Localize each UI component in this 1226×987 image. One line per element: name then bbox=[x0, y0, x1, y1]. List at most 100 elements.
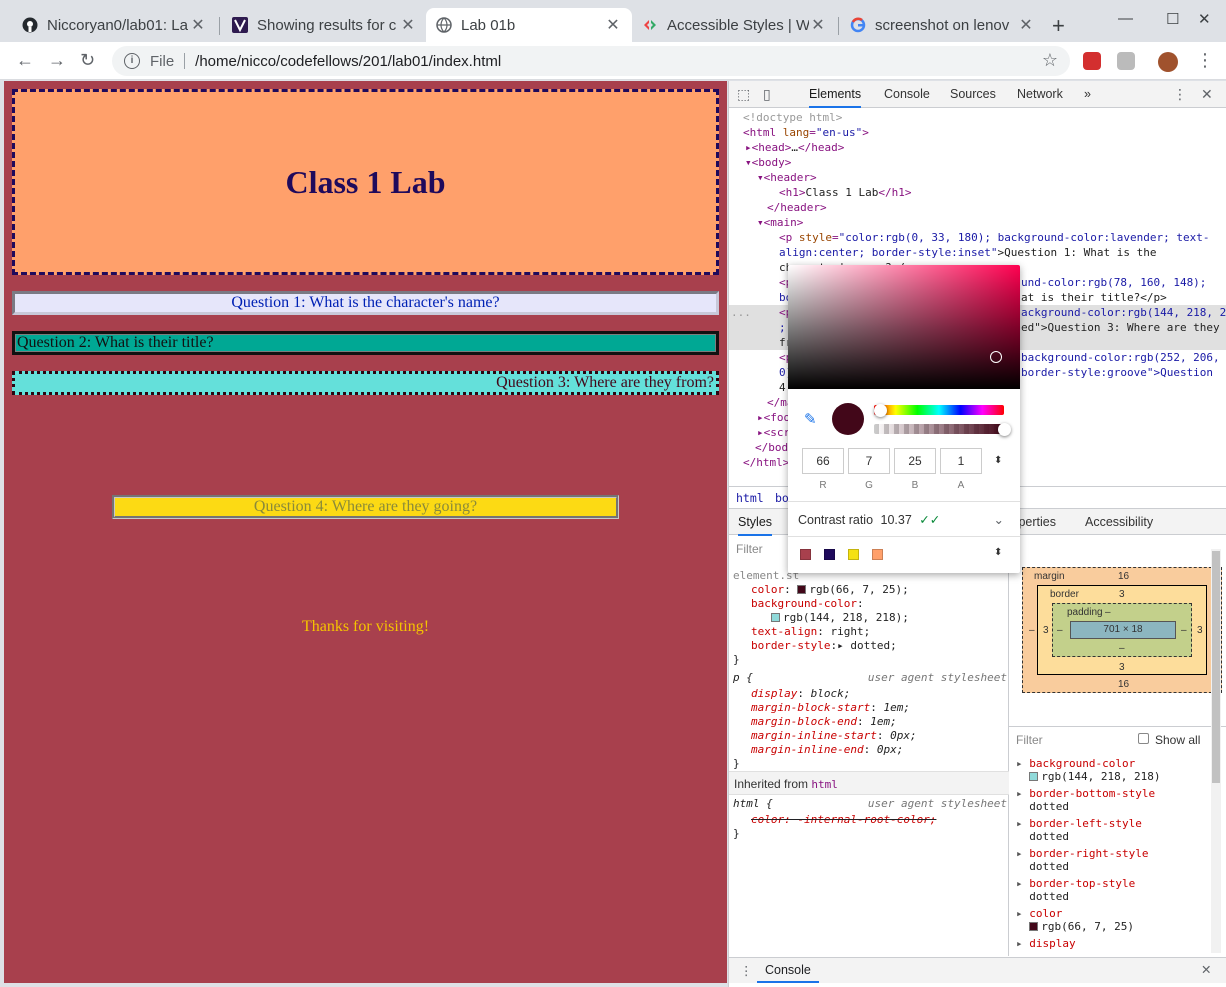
computed-prop[interactable]: ▸ display bbox=[1016, 937, 1076, 950]
close-icon[interactable]: ✕ bbox=[809, 15, 827, 35]
breadcrumb-body[interactable]: bo bbox=[775, 491, 789, 505]
dom-node[interactable]: <html lang="en-us"> bbox=[743, 125, 869, 140]
alpha-knob[interactable] bbox=[998, 423, 1011, 436]
box-model-padding: padding – – – – 701 × 18 bbox=[1052, 603, 1192, 657]
computed-prop[interactable]: ▸ border-bottom-style dotted bbox=[1016, 787, 1155, 813]
dom-node-cont: at is their title?</p> bbox=[1021, 291, 1167, 304]
style-rule-value[interactable]: rgb(144, 218, 218); bbox=[771, 611, 909, 625]
tab-accessibility[interactable]: Accessibility bbox=[1085, 515, 1153, 529]
dom-node[interactable]: ▸<head>…</head> bbox=[745, 140, 844, 155]
style-rule[interactable]: border-style:▸ dotted; bbox=[751, 639, 897, 653]
dom-node[interactable]: ▾<body> bbox=[745, 155, 791, 170]
window-close-icon[interactable]: ✕ bbox=[1198, 10, 1211, 28]
close-icon[interactable]: ✕ bbox=[189, 15, 207, 35]
question-3: Question 3: Where are they from? bbox=[12, 371, 719, 395]
new-tab-button[interactable]: + bbox=[1052, 13, 1065, 39]
r-label: R bbox=[819, 480, 827, 491]
tab-google-search[interactable]: screenshot on lenov ✕ bbox=[840, 8, 1045, 42]
extension-icon[interactable] bbox=[1117, 52, 1135, 70]
inspect-element-icon[interactable]: ⬚ bbox=[737, 86, 750, 103]
palette-swatch[interactable] bbox=[824, 549, 835, 560]
maximize-icon[interactable]: ☐ bbox=[1166, 10, 1179, 28]
drawer-menu-icon[interactable]: ⋮ bbox=[740, 963, 753, 978]
tab-elements[interactable]: Elements bbox=[809, 87, 862, 108]
computed-prop[interactable]: ▸ border-left-style dotted bbox=[1016, 817, 1142, 843]
tab-sources[interactable]: Sources bbox=[950, 87, 996, 101]
minimize-icon[interactable]: — bbox=[1118, 10, 1133, 27]
dom-node[interactable]: <h1>Class 1 Lab</h1> bbox=[779, 185, 911, 200]
close-drawer-icon[interactable]: ✕ bbox=[1201, 962, 1211, 977]
sv-handle[interactable] bbox=[990, 351, 1002, 363]
computed-prop[interactable]: ▸ border-right-style dotted bbox=[1016, 847, 1148, 873]
computed-prop[interactable]: ▸ background-color rgb(144, 218, 218) bbox=[1016, 757, 1160, 783]
dom-node[interactable]: </html> bbox=[743, 455, 789, 470]
computed-prop[interactable]: ▸ border-top-style dotted bbox=[1016, 877, 1135, 903]
chevron-down-icon[interactable]: ⌄ bbox=[994, 512, 1004, 527]
tab-accessible-styles[interactable]: Accessible Styles | W ✕ bbox=[632, 8, 837, 42]
palette-swatch[interactable] bbox=[872, 549, 883, 560]
reload-icon[interactable]: ↻ bbox=[80, 50, 95, 71]
format-toggle-icon[interactable]: ⬍ bbox=[994, 455, 1002, 466]
tab-title: Niccoryan0/lab01: La bbox=[47, 16, 188, 34]
back-icon[interactable]: ← bbox=[16, 50, 34, 71]
dom-node[interactable]: <p style="color:rgb(0, 33, 180); backgro… bbox=[779, 230, 1210, 245]
dom-node[interactable]: <!doctype html> bbox=[743, 110, 842, 125]
close-icon[interactable]: ✕ bbox=[399, 15, 417, 35]
info-icon[interactable]: i bbox=[124, 53, 140, 69]
color-swatch[interactable] bbox=[797, 585, 807, 594]
close-icon[interactable]: ✕ bbox=[604, 15, 622, 35]
forward-icon[interactable]: → bbox=[48, 50, 66, 71]
r-input[interactable]: 66 bbox=[802, 448, 844, 474]
alpha-slider[interactable] bbox=[874, 424, 1004, 434]
close-devtools-icon[interactable]: ✕ bbox=[1201, 86, 1213, 103]
settings-kebab-icon[interactable]: ⋮ bbox=[1173, 86, 1187, 103]
close-brace: } bbox=[733, 757, 740, 770]
address-bar[interactable]: i File /home/nicco/codefellows/201/lab01… bbox=[112, 46, 1070, 76]
dom-node[interactable]: ▾<main> bbox=[757, 215, 803, 230]
tab-styles[interactable]: Styles bbox=[738, 515, 773, 536]
tab-console-drawer[interactable]: Console bbox=[757, 958, 819, 983]
dom-node[interactable]: ▾<header> bbox=[757, 170, 817, 185]
menu-kebab-icon[interactable]: ⋮ bbox=[1196, 50, 1214, 71]
hue-slider[interactable] bbox=[874, 405, 1004, 415]
style-rule[interactable]: background-color: bbox=[751, 597, 864, 611]
more-tabs-icon[interactable]: » bbox=[1084, 87, 1091, 101]
ublock-extension-icon[interactable] bbox=[1083, 52, 1101, 70]
palette-toggle-icon[interactable]: ⬍ bbox=[994, 547, 1002, 558]
eyedropper-icon[interactable]: ✎ bbox=[804, 410, 817, 428]
contrast-ratio-row[interactable]: Contrast ratio 10.37 ✓✓ ⌄ bbox=[788, 501, 1020, 537]
avatar[interactable] bbox=[1158, 52, 1178, 72]
tab-console[interactable]: Console bbox=[884, 87, 930, 101]
dom-node[interactable]: ▸<scr bbox=[757, 425, 790, 440]
computed-prop[interactable]: ▸ color rgb(66, 7, 25) bbox=[1016, 907, 1134, 933]
a-input[interactable]: 1 bbox=[940, 448, 982, 474]
style-rule[interactable]: text-align: right; bbox=[751, 625, 870, 639]
dom-node[interactable]: ▸<foo bbox=[757, 410, 790, 425]
device-toolbar-icon[interactable]: ▯ bbox=[763, 86, 771, 103]
dom-node[interactable]: </header> bbox=[767, 200, 827, 215]
palette-swatch[interactable] bbox=[800, 549, 811, 560]
style-rule[interactable]: color: rgb(66, 7, 25); bbox=[751, 583, 909, 597]
tab-search-results[interactable]: Showing results for c ✕ bbox=[222, 8, 427, 42]
url-text[interactable]: /home/nicco/codefellows/201/lab01/index.… bbox=[195, 53, 501, 70]
question-2: Question 2: What is their title? bbox=[12, 331, 719, 355]
g-input[interactable]: 7 bbox=[848, 448, 890, 474]
divider bbox=[184, 53, 186, 69]
palette-swatch[interactable] bbox=[848, 549, 859, 560]
tab-lab01b[interactable]: Lab 01b ✕ bbox=[426, 8, 632, 42]
html-rule-header: html {user agent stylesheet bbox=[733, 797, 1007, 810]
color-swatch[interactable] bbox=[771, 613, 780, 622]
scrollbar-thumb[interactable] bbox=[1212, 551, 1220, 783]
bookmark-star-icon[interactable]: ☆ bbox=[1042, 50, 1058, 71]
tab-network[interactable]: Network bbox=[1017, 87, 1063, 101]
dom-node[interactable]: </bod bbox=[755, 440, 788, 455]
hue-knob[interactable] bbox=[874, 404, 887, 417]
ua-rule: display: block; bbox=[751, 687, 851, 700]
page-header: Class 1 Lab bbox=[12, 89, 719, 275]
saturation-value-area[interactable] bbox=[788, 265, 1020, 389]
tab-github[interactable]: Niccoryan0/lab01: La ✕ bbox=[12, 8, 217, 42]
devtools-tabbar: ⬚ ▯ Elements Console Sources Network » ⋮… bbox=[729, 81, 1226, 108]
close-icon[interactable]: ✕ bbox=[1017, 15, 1035, 35]
b-input[interactable]: 25 bbox=[894, 448, 936, 474]
breadcrumb-html[interactable]: html bbox=[736, 491, 764, 505]
